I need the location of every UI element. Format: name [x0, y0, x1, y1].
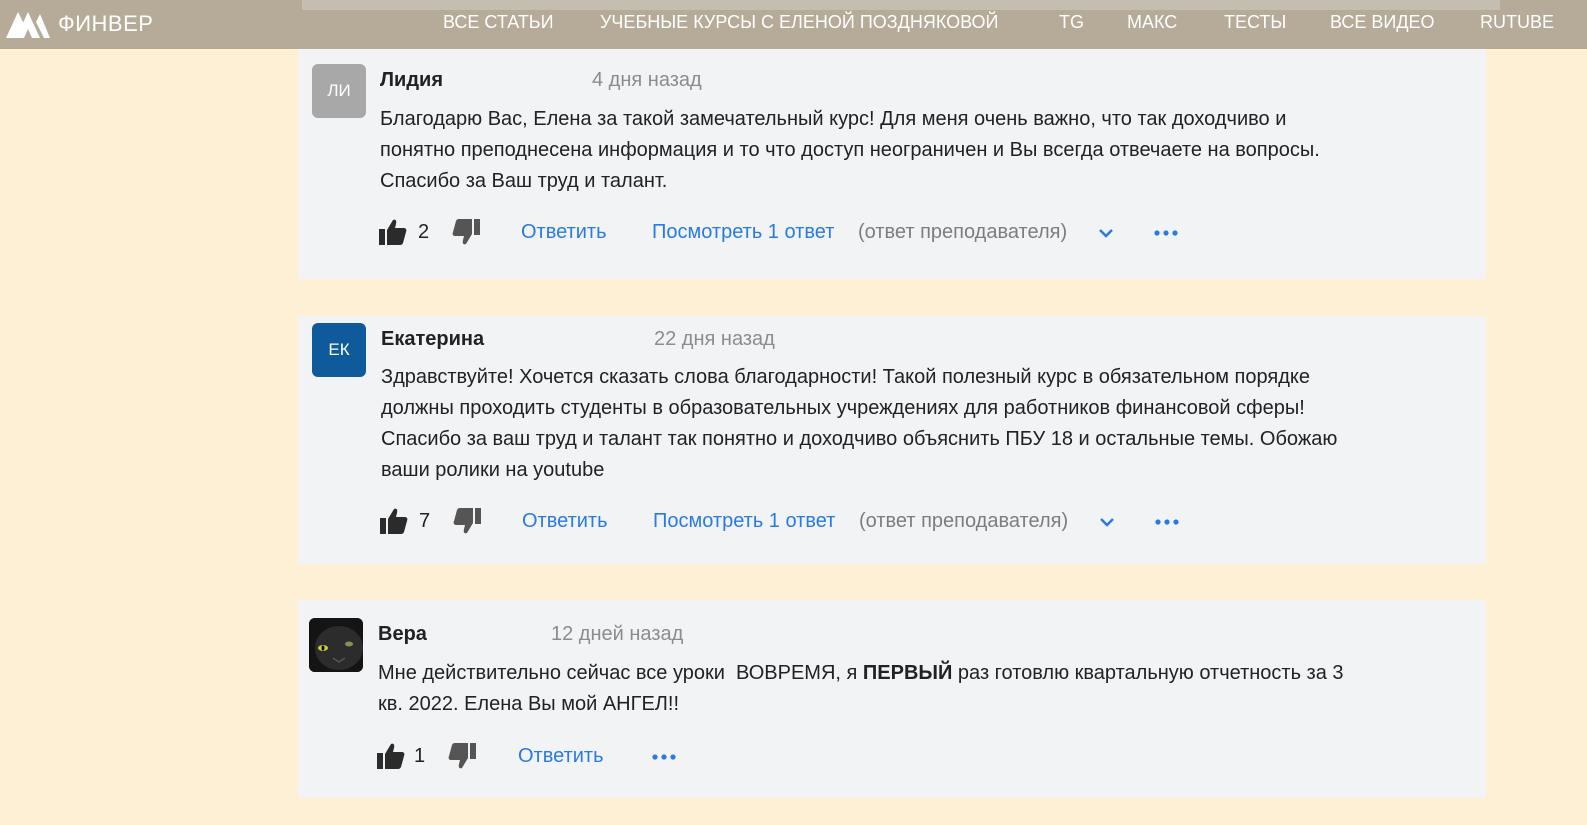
- avatar-initials: ЛИ: [327, 81, 351, 100]
- comment-card: ЕК Екатерина 22 дня назад Здравствуйте! …: [298, 316, 1486, 564]
- reply-button[interactable]: Ответить: [518, 745, 604, 768]
- reply-note: (ответ преподавателя): [858, 221, 1068, 243]
- chevron-down-icon[interactable]: [1098, 225, 1114, 241]
- comment-author[interactable]: Лидия: [380, 69, 443, 92]
- thumbs-up-icon[interactable]: [378, 217, 408, 247]
- comment-text-line: понятно преподнесена информация и то что…: [380, 139, 1320, 161]
- avatar[interactable]: [309, 618, 363, 672]
- comment-time: 12 дней назад: [551, 623, 684, 645]
- nav-maks[interactable]: МАКС: [1127, 12, 1177, 33]
- comment-text-line: Спасибо за Ваш труд и талант.: [380, 170, 668, 192]
- reply-note: (ответ преподавателя): [859, 510, 1069, 532]
- comment-text-line: Мне действительно сейчас все уроки ВОВРЕ…: [378, 658, 1344, 689]
- reply-button[interactable]: Ответить: [521, 221, 607, 244]
- nav-rutube[interactable]: RUTUBE: [1480, 12, 1554, 33]
- top-navigation-bar: ФИНВЕР ВСЕ СТАТЬИ УЧЕБНЫЕ КУРСЫ С ЕЛЕНОЙ…: [0, 0, 1587, 49]
- nav-tests[interactable]: ТЕСТЫ: [1224, 12, 1286, 33]
- like-count: 2: [418, 221, 430, 243]
- comment-author[interactable]: Вера: [378, 623, 427, 646]
- comment-actions: 2 Ответить Посмотреть 1 ответ (ответ пре…: [378, 217, 1378, 249]
- thumbs-down-icon[interactable]: [452, 506, 482, 536]
- more-options-icon[interactable]: [1155, 518, 1179, 526]
- nav-tg[interactable]: TG: [1059, 12, 1084, 33]
- nav-all-articles[interactable]: ВСЕ СТАТЬИ: [443, 12, 554, 33]
- more-options-icon[interactable]: [1154, 229, 1178, 237]
- comment-text: Благодарю Вас, Елена за такой замечатель…: [380, 104, 1320, 197]
- comment-card: Вера 12 дней назад Мне действительно сей…: [298, 600, 1486, 798]
- thumbs-down-icon[interactable]: [447, 741, 477, 771]
- avatar[interactable]: ЛИ: [312, 64, 366, 118]
- like-count: 7: [419, 510, 431, 532]
- comment-text-line: Здравствуйте! Хочется сказать слова благ…: [381, 366, 1310, 388]
- comment-actions: 7 Ответить Посмотреть 1 ответ (ответ пре…: [379, 506, 1379, 538]
- view-replies-link[interactable]: Посмотреть 1 ответ: [653, 510, 835, 533]
- thumbs-down-icon[interactable]: [451, 217, 481, 247]
- comment-card: ЛИ Лидия 4 дня назад Благодарю Вас, Елен…: [298, 49, 1486, 279]
- comment-actions: 1 Ответить: [376, 741, 1076, 773]
- comment-text-line: Спасибо за ваш труд и талант так понятно…: [381, 428, 1338, 450]
- reply-button[interactable]: Ответить: [522, 510, 608, 533]
- main-nav: ВСЕ СТАТЬИ УЧЕБНЫЕ КУРСЫ С ЕЛЕНОЙ ПОЗДНЯ…: [0, 0, 1587, 49]
- chevron-down-icon[interactable]: [1099, 514, 1115, 530]
- avatar-initials: ЕК: [328, 340, 350, 359]
- comment-text-line: должны проходить студенты в образователь…: [381, 397, 1305, 419]
- like-count: 1: [414, 745, 426, 767]
- comment-time: 4 дня назад: [592, 69, 702, 91]
- cat-photo-avatar-icon: [309, 618, 363, 672]
- comment-text-line: Благодарю Вас, Елена за такой замечатель…: [380, 108, 1287, 130]
- comment-text-bold: ПЕРВЫЙ: [862, 662, 953, 684]
- comment-text-line: ваши ролики на youtube: [381, 459, 605, 481]
- view-replies-link[interactable]: Посмотреть 1 ответ: [652, 221, 834, 244]
- comment-author[interactable]: Екатерина: [381, 328, 484, 351]
- more-options-icon[interactable]: [652, 753, 676, 761]
- comment-text: Мне действительно сейчас все уроки ВОВРЕ…: [378, 658, 1344, 720]
- comment-text-line: кв. 2022. Елена Вы мой АНГЕЛ!!: [378, 693, 680, 715]
- comment-time: 22 дня назад: [654, 328, 775, 350]
- avatar[interactable]: ЕК: [312, 323, 366, 377]
- nav-courses[interactable]: УЧЕБНЫЕ КУРСЫ С ЕЛЕНОЙ ПОЗДНЯКОВОЙ: [600, 12, 998, 33]
- comment-text-part: Мне действительно сейчас все уроки ВОВРЕ…: [378, 662, 863, 684]
- nav-all-videos[interactable]: ВСЕ ВИДЕО: [1330, 12, 1435, 33]
- comment-text: Здравствуйте! Хочется сказать слова благ…: [381, 362, 1337, 486]
- comment-text-part: раз готовлю квартальную отчетность за 3: [952, 662, 1344, 684]
- thumbs-up-icon[interactable]: [379, 506, 409, 536]
- thumbs-up-icon[interactable]: [376, 741, 406, 771]
